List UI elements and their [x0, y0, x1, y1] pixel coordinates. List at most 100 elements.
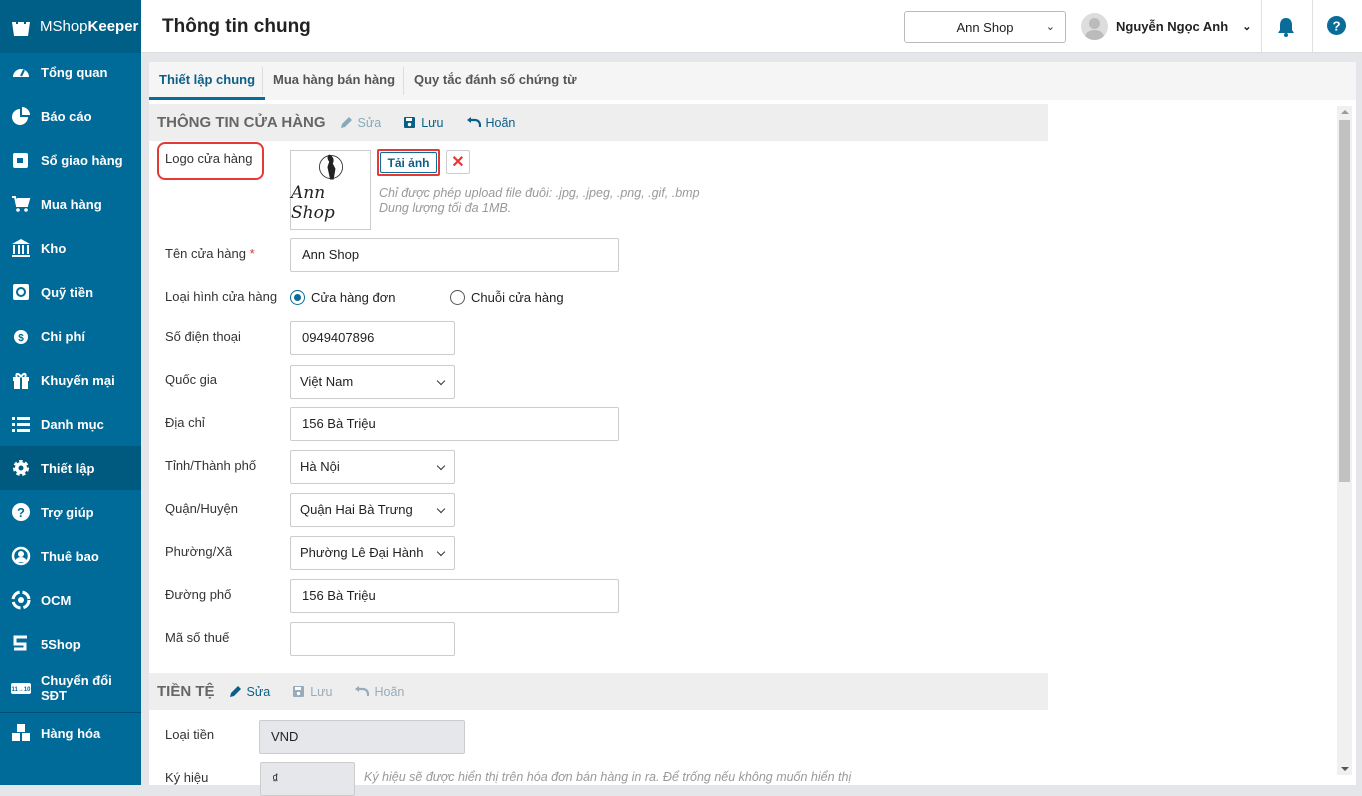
svg-text:11→10: 11→10 [11, 687, 31, 693]
radio-chain-store[interactable]: Chuỗi cửa hàng [450, 290, 564, 305]
currency-type-input: VND [259, 720, 465, 754]
help-icon[interactable]: ? [1327, 16, 1346, 35]
sidebar-item-delivery[interactable]: Sổ giao hàng [0, 138, 141, 182]
svg-text:$: $ [18, 333, 24, 344]
save-button[interactable]: Lưu [403, 116, 444, 130]
sidebar-item-label: Chuyển đổi SĐT [41, 673, 112, 703]
store-name-input[interactable]: Ann Shop [290, 238, 619, 272]
scroll-down-icon[interactable] [1341, 767, 1349, 771]
tab-purchase-sales[interactable]: Mua hàng bán hàng [263, 62, 405, 100]
sidebar-item-dashboard[interactable]: Tổng quan [0, 50, 141, 94]
district-select[interactable]: Quận Hai Bà Trưng [290, 493, 455, 527]
currency-edit-button[interactable]: Sửa [229, 685, 270, 699]
money-icon: $ [14, 330, 28, 344]
sidebar-item-list[interactable]: Danh mục [0, 402, 141, 446]
sidebar-item-gift[interactable]: Khuyến mại [0, 358, 141, 402]
help-icon: ? [12, 503, 30, 521]
shopping-bag-icon [12, 16, 30, 36]
sidebar-item-warehouse[interactable]: Kho [0, 226, 141, 270]
address-input[interactable]: 156 Bà Triệu [290, 407, 619, 441]
5shop-icon [13, 635, 27, 651]
sidebar-item-gear[interactable]: Thiết lập [0, 446, 141, 490]
shop-select[interactable]: Ann Shop ⌄ [904, 11, 1066, 43]
chevron-down-icon: ⌄ [1242, 21, 1252, 33]
currency-symbol-input[interactable]: ₫ [260, 762, 355, 796]
pie-chart-icon [12, 107, 30, 125]
user-menu[interactable]: Nguyễn Ngọc Anh ⌄ [1081, 13, 1251, 40]
pencil-icon [229, 686, 241, 697]
sidebar-item-help[interactable]: ? Trợ giúp [0, 490, 141, 534]
phone-input[interactable]: 0949407896 [290, 321, 455, 355]
radio-single-store[interactable]: Cửa hàng đơn [290, 290, 395, 305]
street-input[interactable]: 156 Bà Triệu [290, 579, 619, 613]
logo-figure-icon [318, 154, 343, 180]
scrollbar[interactable] [1337, 106, 1352, 775]
sidebar-item-label: Hàng hóa [41, 725, 101, 741]
scrollbar-thumb[interactable] [1339, 120, 1350, 482]
logo-preview: Ann Shop [290, 150, 371, 230]
tab-general-settings[interactable]: Thiết lập chung [149, 62, 266, 100]
header: Thông tin chung Ann Shop ⌄ Nguyễn Ngọc An… [141, 0, 1362, 53]
sidebar-item-label: Báo cáo [41, 108, 92, 124]
phone-convert-icon: 11→10 [11, 683, 31, 694]
sidebar-item-label: Danh mục [41, 416, 104, 432]
upload-highlight: Tải ảnh [377, 149, 440, 176]
sidebar-item-cart[interactable]: Mua hàng [0, 182, 141, 226]
currency-cancel-button[interactable]: Hoãn [354, 685, 404, 699]
undo-icon [466, 116, 481, 127]
brand-logo[interactable]: MShopKeeper [0, 0, 141, 53]
ocm-icon [11, 590, 31, 610]
page-title: Thông tin chung [162, 16, 311, 37]
tab-bar: Thiết lập chung Mua hàng bán hàng Quy tắ… [149, 62, 1356, 100]
safe-icon [13, 284, 29, 300]
store-info-header: THÔNG TIN CỬA HÀNG Sửa Lưu Hoãn [149, 104, 1048, 141]
sidebar-item-label: Trợ giúp [41, 504, 94, 520]
boxes-icon [12, 724, 30, 741]
currency-save-button[interactable]: Lưu [292, 685, 332, 699]
scroll-up-icon[interactable] [1341, 110, 1349, 114]
tax-code-input[interactable] [290, 622, 455, 656]
delivery-icon [13, 153, 28, 168]
currency-header: TIỀN TỆ Sửa Lưu Hoãn [149, 673, 1048, 710]
gear-icon [13, 460, 29, 476]
sidebar-item-ocm[interactable]: OCM [0, 578, 141, 622]
city-select[interactable]: Hà Nội [290, 450, 455, 484]
sidebar-item-safe[interactable]: Quỹ tiền [0, 270, 141, 314]
sidebar-item-label: Mua hàng [41, 196, 102, 212]
sidebar-item-label: Thuê bao [41, 548, 99, 564]
avatar [1081, 13, 1108, 40]
bell-icon[interactable] [1277, 17, 1295, 37]
warehouse-icon [12, 239, 30, 257]
sidebar-item-user-circle[interactable]: Thuê bao [0, 534, 141, 578]
sidebar-item-label: OCM [41, 592, 72, 608]
chevron-down-icon: ⌄ [1045, 21, 1055, 33]
sidebar-item-label: Chi phí [41, 328, 86, 344]
edit-button[interactable]: Sửa [340, 116, 381, 130]
sidebar-item-label: 5Shop [41, 636, 81, 652]
sidebar-item-pie-chart[interactable]: Báo cáo [0, 94, 141, 138]
save-icon [293, 686, 305, 697]
cancel-button[interactable]: Hoãn [466, 116, 515, 130]
list-icon [12, 417, 30, 432]
divider [1261, 0, 1262, 53]
country-select[interactable]: Việt Nam [290, 365, 455, 399]
sidebar-item-money[interactable]: $ Chi phí [0, 314, 141, 358]
undo-icon [355, 685, 370, 696]
content-panel: THÔNG TIN CỬA HÀNG Sửa Lưu Hoãn Logo cửa… [149, 100, 1356, 796]
gift-icon [13, 373, 29, 389]
divider [0, 712, 141, 713]
tab-document-numbering[interactable]: Quy tắc đánh số chứng từ [404, 62, 587, 100]
sidebar-item-label: Kho [41, 240, 67, 256]
remove-logo-button[interactable]: ✕ [446, 150, 470, 174]
ward-select[interactable]: Phường Lê Đại Hành [290, 536, 455, 570]
user-circle-icon [11, 546, 31, 566]
sidebar-item-phone-convert[interactable]: 11→10 Chuyển đổi SĐT [0, 666, 141, 710]
sidebar-item-label: Quỹ tiền [41, 284, 94, 300]
sidebar-item-label: Sổ giao hàng [41, 152, 123, 168]
upload-image-button[interactable]: Tải ảnh [380, 152, 437, 173]
radio-unchecked-icon [450, 290, 465, 305]
sidebar-item-5shop[interactable]: 5Shop [0, 622, 141, 666]
pencil-icon [340, 117, 352, 128]
sidebar-item-boxes[interactable]: Hàng hóa [0, 711, 141, 755]
cart-icon [12, 196, 31, 212]
